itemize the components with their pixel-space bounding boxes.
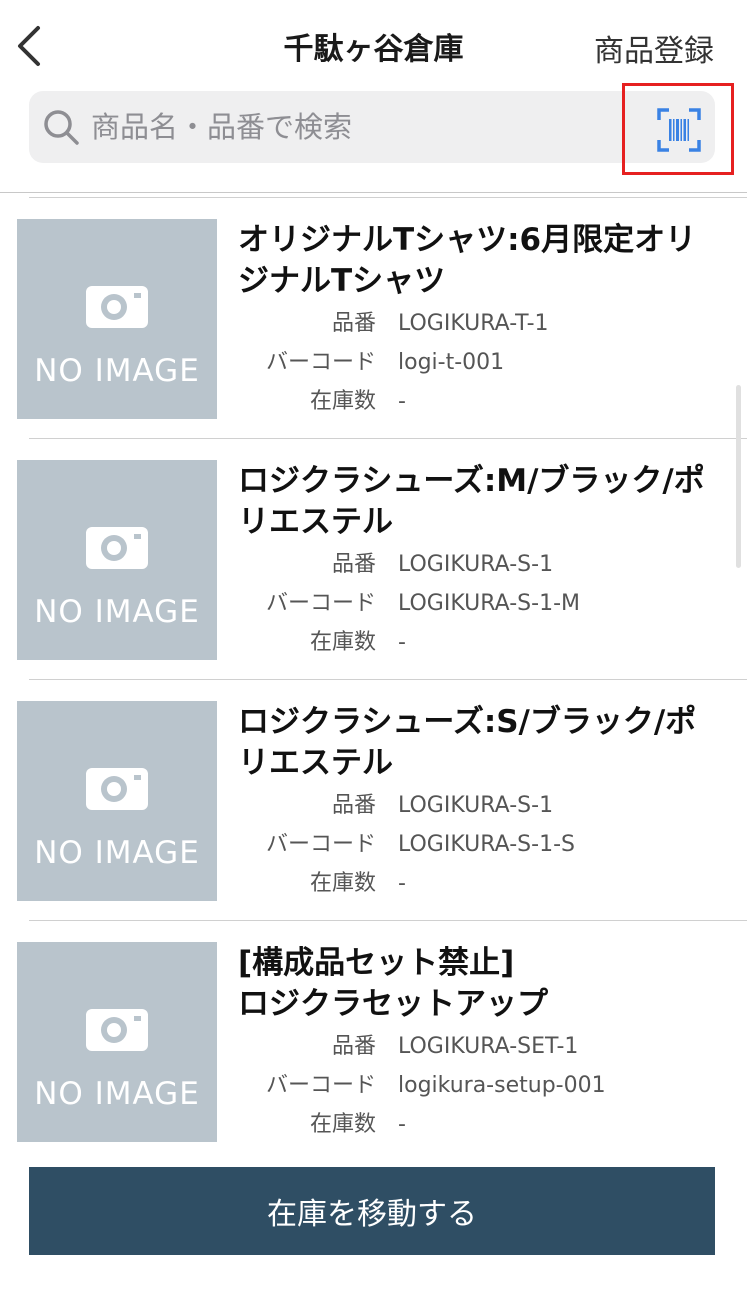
stock-label: 在庫数 bbox=[309, 871, 376, 896]
product-name: ロジクラシューズ:S/ブラック/ポリエステル bbox=[238, 704, 697, 781]
barcode-label: バーコード bbox=[265, 591, 376, 616]
barcode-value: logikura-setup-001 bbox=[398, 1073, 606, 1098]
stock-label: 在庫数 bbox=[309, 630, 376, 655]
sku-label: 品番 bbox=[331, 311, 376, 336]
search-icon bbox=[44, 110, 79, 145]
product-list[interactable]: NO IMAGE オリジナルTシャツ:6月限定オリジナルTシャツ 品番 LOGI… bbox=[0, 198, 747, 1143]
search-input[interactable] bbox=[91, 101, 631, 153]
camera-icon bbox=[86, 1009, 148, 1051]
no-image-label: NO IMAGE bbox=[34, 594, 200, 630]
sku-value: LOGIKURA-SET-1 bbox=[398, 1034, 579, 1059]
nav-bar: 千駄ヶ谷倉庫 商品登録 bbox=[0, 0, 747, 88]
no-image-label: NO IMAGE bbox=[34, 1076, 200, 1112]
product-sku-row: 品番 LOGIKURA-S-1 bbox=[238, 549, 698, 581]
product-item[interactable]: NO IMAGE ロジクラシューズ:M/ブラック/ポリエステル 品番 LOGIK… bbox=[0, 439, 747, 680]
barcode-label: バーコード bbox=[265, 1073, 376, 1098]
product-item[interactable]: NO IMAGE [構成品セット禁止] ロジクラセットアップ 品番 LOGIKU… bbox=[0, 921, 747, 1143]
product-name: オリジナルTシャツ:6月限定オリジナルTシャツ bbox=[238, 222, 697, 299]
product-sku-row: 品番 LOGIKURA-T-1 bbox=[238, 308, 698, 340]
sku-value: LOGIKURA-S-1 bbox=[398, 552, 554, 577]
barcode-label: バーコード bbox=[265, 832, 376, 857]
header-divider bbox=[0, 192, 747, 193]
no-image-label: NO IMAGE bbox=[34, 835, 200, 871]
barcode-value: logi-t-001 bbox=[398, 350, 505, 375]
barcode-label: バーコード bbox=[265, 350, 376, 375]
product-stock-row: 在庫数 - bbox=[238, 627, 698, 659]
stock-value: - bbox=[398, 630, 406, 655]
list-scrollbar[interactable] bbox=[736, 385, 741, 568]
sku-label: 品番 bbox=[331, 552, 376, 577]
stock-label: 在庫数 bbox=[309, 1112, 376, 1137]
chevron-left-icon bbox=[18, 26, 40, 66]
stock-value: - bbox=[398, 1112, 406, 1137]
camera-icon bbox=[86, 286, 148, 328]
move-stock-button[interactable]: 在庫を移動する bbox=[29, 1167, 715, 1255]
search-box bbox=[29, 91, 715, 163]
sku-label: 品番 bbox=[331, 1034, 376, 1059]
product-sku-row: 品番 LOGIKURA-S-1 bbox=[238, 790, 698, 822]
no-image-label: NO IMAGE bbox=[34, 353, 200, 389]
product-thumbnail: NO IMAGE bbox=[17, 219, 217, 419]
sku-label: 品番 bbox=[331, 793, 376, 818]
product-barcode-row: バーコード logikura-setup-001 bbox=[238, 1070, 698, 1102]
product-thumbnail: NO IMAGE bbox=[17, 942, 217, 1142]
product-stock-row: 在庫数 - bbox=[238, 1109, 698, 1141]
product-sku-row: 品番 LOGIKURA-SET-1 bbox=[238, 1031, 698, 1063]
product-name: [構成品セット禁止] ロジクラセットアップ bbox=[238, 945, 548, 1022]
product-thumbnail: NO IMAGE bbox=[17, 701, 217, 901]
barcode-value: LOGIKURA-S-1-S bbox=[398, 832, 575, 857]
back-button[interactable] bbox=[8, 18, 52, 74]
stock-label: 在庫数 bbox=[309, 389, 376, 414]
product-stock-row: 在庫数 - bbox=[238, 386, 698, 418]
barcode-scan-icon bbox=[657, 108, 701, 152]
product-name: ロジクラシューズ:M/ブラック/ポリエステル bbox=[238, 463, 705, 540]
camera-icon bbox=[86, 768, 148, 810]
product-barcode-row: バーコード LOGIKURA-S-1-M bbox=[238, 588, 698, 620]
product-item[interactable]: NO IMAGE オリジナルTシャツ:6月限定オリジナルTシャツ 品番 LOGI… bbox=[0, 198, 747, 439]
camera-icon bbox=[86, 527, 148, 569]
register-product-button[interactable]: 商品登録 bbox=[594, 26, 714, 70]
product-stock-row: 在庫数 - bbox=[238, 868, 698, 900]
product-barcode-row: バーコード LOGIKURA-S-1-S bbox=[238, 829, 698, 861]
stock-value: - bbox=[398, 389, 406, 414]
sku-value: LOGIKURA-S-1 bbox=[398, 793, 554, 818]
sku-value: LOGIKURA-T-1 bbox=[398, 311, 549, 336]
product-item[interactable]: NO IMAGE ロジクラシューズ:S/ブラック/ポリエステル 品番 LOGIK… bbox=[0, 680, 747, 921]
product-thumbnail: NO IMAGE bbox=[17, 460, 217, 660]
barcode-value: LOGIKURA-S-1-M bbox=[398, 591, 580, 616]
barcode-scan-button[interactable] bbox=[622, 83, 734, 175]
stock-value: - bbox=[398, 871, 406, 896]
product-barcode-row: バーコード logi-t-001 bbox=[238, 347, 698, 379]
